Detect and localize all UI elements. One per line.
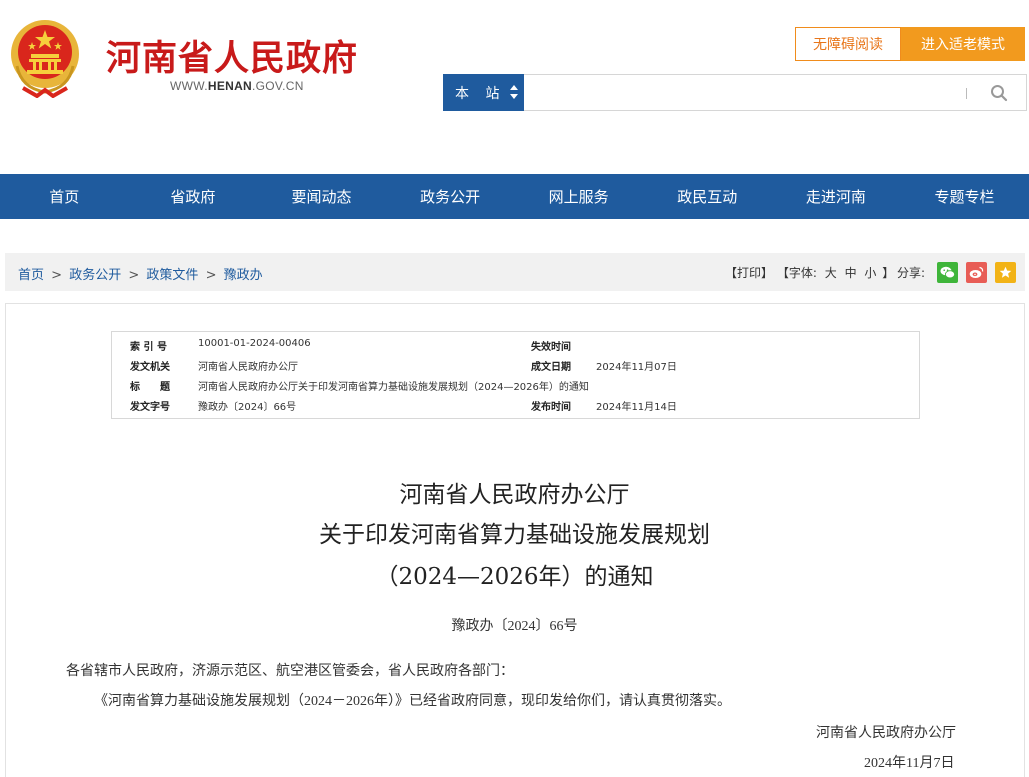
document-title-line-2: 关于印发河南省算力基础设施发展规划 [319, 522, 710, 548]
meta-written-label: 成文日期 [531, 362, 571, 373]
nav-item-interaction[interactable]: 政民互动 [643, 174, 772, 219]
meta-index-label: 索 引 号 [130, 342, 167, 353]
meta-expire-label: 失效时间 [531, 342, 571, 353]
breadcrumb-bar: 首页 > 政务公开 > 政策文件 > 豫政办 【打印】 【字体: 大 中 小 】… [5, 253, 1025, 291]
meta-docno-value: 豫政办〔2024〕66号 [198, 402, 297, 413]
share-label: 分享: [897, 266, 926, 280]
nav-item-online-services[interactable]: 网上服务 [514, 174, 643, 219]
nav-item-government[interactable]: 省政府 [129, 174, 258, 219]
search-scope-select[interactable]: 本 站 [443, 74, 524, 111]
document-title-line-3: （2024—2026年）的通知 [375, 564, 654, 590]
elder-mode-button[interactable]: 进入适老模式 [901, 27, 1025, 61]
search-input[interactable] [526, 75, 956, 110]
meta-row: 发文机关 河南省人民政府办公厅 成文日期 2024年11月07日 [112, 358, 919, 378]
search-bar: 本 站 [443, 74, 1027, 111]
main-nav: 首页 省政府 要闻动态 政务公开 网上服务 政民互动 走进河南 专题专栏 [0, 174, 1029, 219]
meta-publish-label: 发布时间 [531, 402, 571, 413]
breadcrumb-separator: > [128, 268, 140, 283]
national-emblem-icon [11, 20, 79, 98]
sort-arrows-icon [510, 85, 518, 99]
site-header: 河南省人民政府 WWW.HENAN.GOV.CN 无障碍阅读 进入适老模式 本 … [0, 0, 1029, 174]
nav-item-about-henan[interactable]: 走进河南 [772, 174, 901, 219]
accessibility-button[interactable]: 无障碍阅读 [795, 27, 901, 61]
document-body-paragraph: 《河南省算力基础设施发展规划（2024－2026年）》已经省政府同意，现印发给你… [94, 694, 731, 709]
weibo-icon [969, 266, 984, 278]
search-divider [966, 88, 967, 99]
nav-item-home[interactable]: 首页 [0, 174, 129, 219]
site-url-suffix: .GOV.CN [252, 79, 304, 93]
meta-title-value: 河南省人民政府办公厅关于印发河南省算力基础设施发展规划（2024—2026年）的… [198, 382, 589, 393]
print-button[interactable]: 【打印】 [725, 266, 773, 280]
document-signature: 河南省人民政府办公厅 [816, 726, 956, 741]
breadcrumb: 首页 > 政务公开 > 政策文件 > 豫政办 [18, 264, 263, 283]
font-small-button[interactable]: 小 [864, 266, 876, 280]
meta-row: 发文字号 豫政办〔2024〕66号 发布时间 2024年11月14日 [112, 398, 919, 418]
document-title-line-1: 河南省人民政府办公厅 [399, 482, 630, 508]
wechat-share-button[interactable] [937, 262, 958, 283]
document-number: 豫政办〔2024〕66号 [451, 619, 578, 634]
meta-issuer-label: 发文机关 [130, 362, 170, 373]
favorite-share-button[interactable] [995, 262, 1016, 283]
breadcrumb-yuzhengban[interactable]: 豫政办 [224, 268, 263, 283]
site-url-prefix: WWW. [170, 79, 208, 93]
meta-row: 索 引 号 10001-01-2024-00406 失效时间 [112, 338, 919, 358]
font-size-close: 】 [882, 266, 895, 280]
nav-item-news[interactable]: 要闻动态 [257, 174, 386, 219]
meta-docno-label: 发文字号 [130, 402, 170, 413]
breadcrumb-separator: > [205, 268, 217, 283]
document-metadata-table: 索 引 号 10001-01-2024-00406 失效时间 发文机关 河南省人… [111, 331, 920, 419]
meta-written-value: 2024年11月07日 [596, 362, 677, 373]
wechat-icon [940, 266, 955, 279]
nav-item-open-affairs[interactable]: 政务公开 [386, 174, 515, 219]
meta-issuer-value: 河南省人民政府办公厅 [198, 362, 298, 373]
document-salutation: 各省辖市人民政府，济源示范区、航空港区管委会，省人民政府各部门： [66, 664, 514, 679]
favorite-icon [999, 266, 1012, 278]
meta-publish-value: 2024年11月14日 [596, 402, 677, 413]
font-medium-button[interactable]: 中 [845, 266, 857, 280]
breadcrumb-policy-docs[interactable]: 政策文件 [146, 268, 198, 283]
site-title: 河南省人民政府 [106, 38, 359, 79]
search-scope-label: 本 站 [455, 85, 506, 102]
site-url: WWW.HENAN.GOV.CN [170, 79, 304, 93]
breadcrumb-home[interactable]: 首页 [18, 268, 44, 283]
breadcrumb-separator: > [51, 268, 63, 283]
meta-title-label: 标 题 [130, 382, 170, 393]
font-size-label: 【字体: [776, 266, 817, 280]
meta-row: 标 题 河南省人民政府办公厅关于印发河南省算力基础设施发展规划（2024—202… [112, 378, 919, 398]
site-url-domain: HENAN [207, 79, 253, 93]
weibo-share-button[interactable] [966, 262, 987, 283]
document-date: 2024年11月7日 [864, 756, 955, 771]
font-large-button[interactable]: 大 [825, 266, 837, 280]
meta-index-value: 10001-01-2024-00406 [198, 338, 311, 349]
search-icon[interactable] [989, 83, 1009, 103]
nav-item-special-topics[interactable]: 专题专栏 [900, 174, 1029, 219]
breadcrumb-open-affairs[interactable]: 政务公开 [69, 268, 121, 283]
page-tools: 【打印】 【字体: 大 中 小 】 [725, 264, 894, 281]
